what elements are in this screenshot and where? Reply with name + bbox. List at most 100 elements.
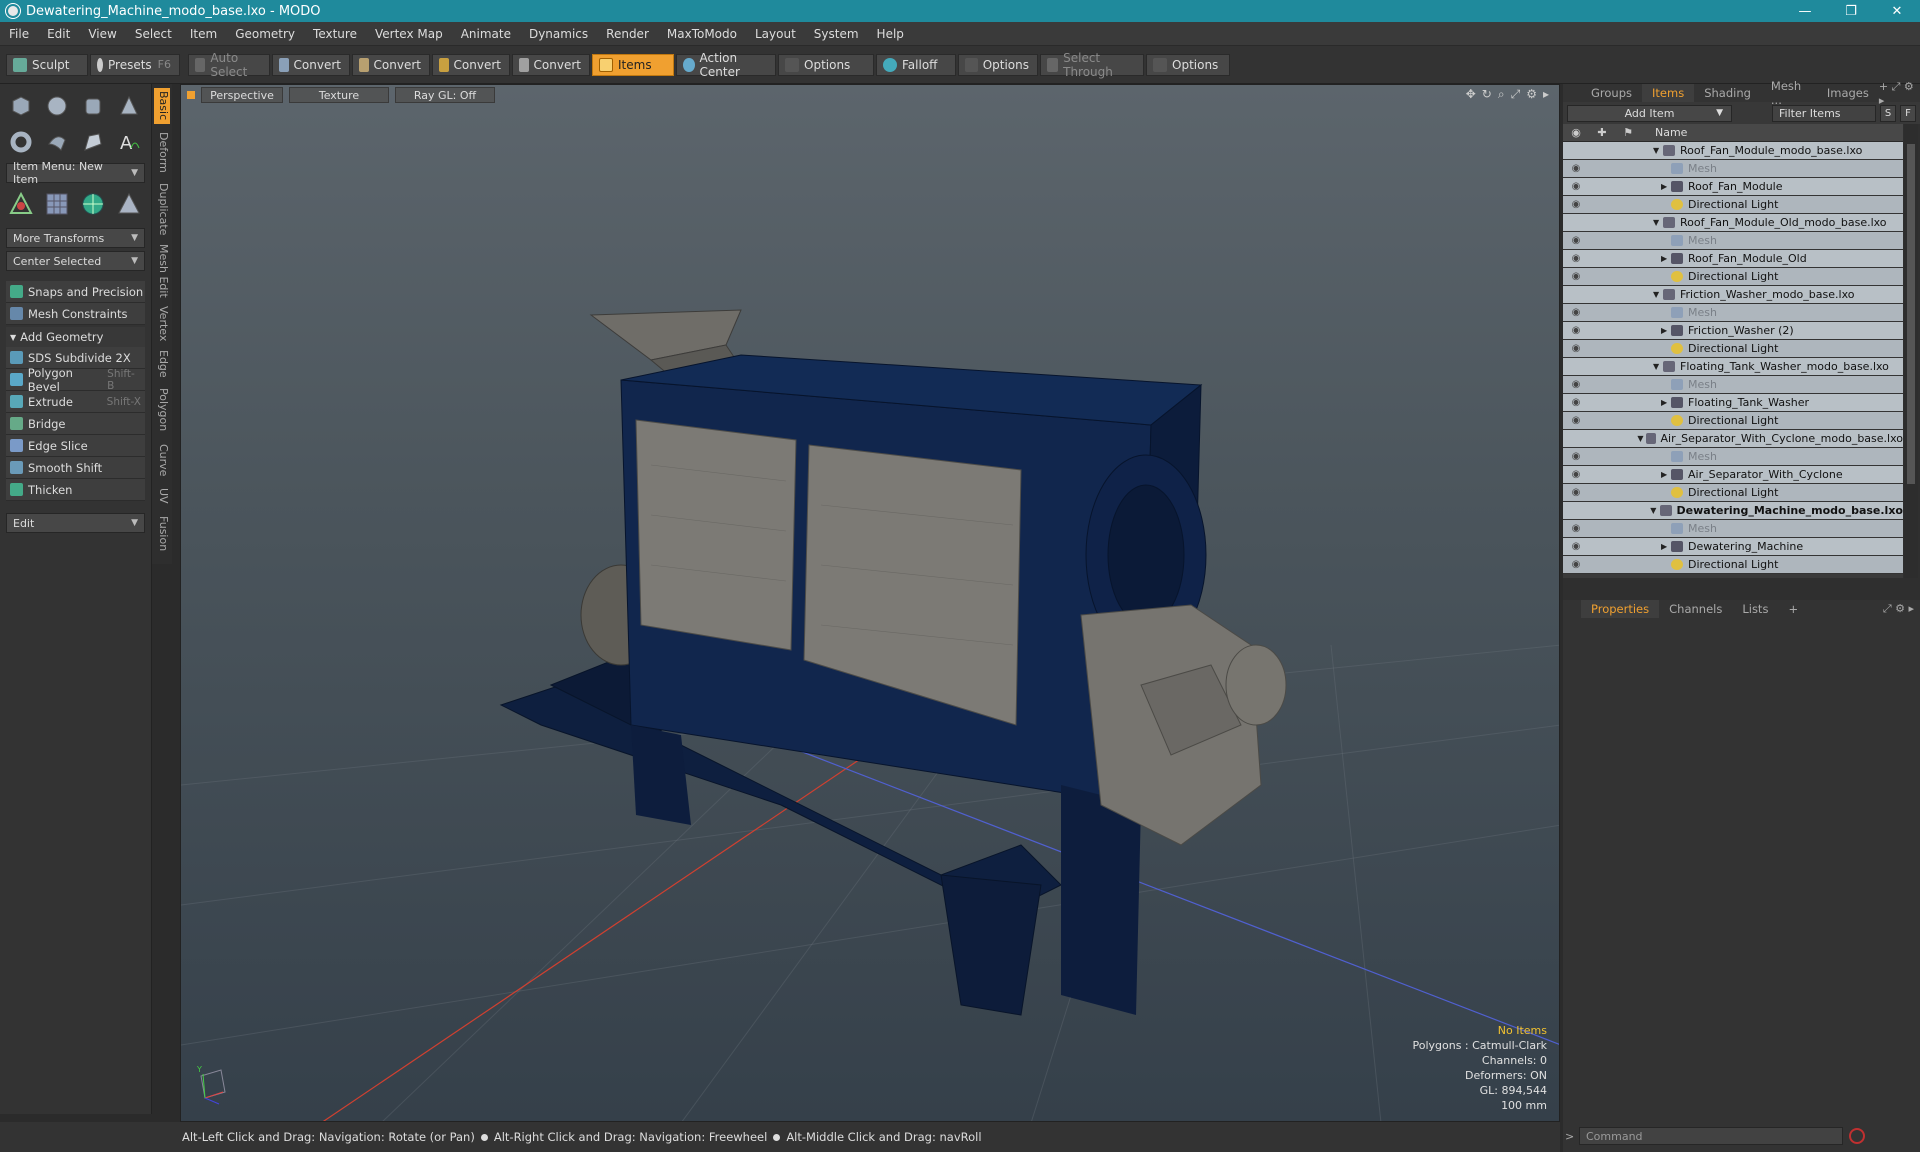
action-center-button[interactable]: Action Center <box>676 51 776 79</box>
convert-materials-button[interactable]: Convert <box>512 53 590 76</box>
tree-scene-row[interactable]: ▼ Dewatering_Machine_modo_base.lxo <box>1563 502 1903 520</box>
expand-arrow-icon[interactable]: ▶ <box>1661 182 1671 191</box>
menu-geometry[interactable]: Geometry <box>226 27 304 41</box>
sphere-icon[interactable] <box>42 91 72 121</box>
eye-icon[interactable]: ◉ <box>1563 469 1589 480</box>
tree-item-row[interactable]: ◉ ▶ Roof_Fan_Module <box>1563 178 1903 196</box>
visibility-column-icon[interactable]: ◉ <box>1563 126 1589 139</box>
expand-arrow-icon[interactable]: ▼ <box>1653 290 1663 299</box>
tab-items[interactable]: Items <box>1642 84 1695 102</box>
extrude-button[interactable]: Extrude Shift-X <box>6 391 145 413</box>
convert-vertices-button[interactable]: Convert <box>272 53 350 76</box>
close-button[interactable]: ✕ <box>1874 0 1920 22</box>
menu-render[interactable]: Render <box>597 27 658 41</box>
f-button[interactable]: F <box>1900 104 1916 122</box>
eye-icon[interactable]: ◉ <box>1563 397 1589 408</box>
menu-view[interactable]: View <box>79 27 125 41</box>
tab-fusion[interactable]: Fusion <box>154 512 170 556</box>
sculpt-button[interactable]: Sculpt <box>6 53 88 76</box>
thicken-button[interactable]: Thicken <box>6 479 145 501</box>
expand-arrow-icon[interactable]: ▼ <box>1653 146 1663 155</box>
add-item-dropdown[interactable]: Add Item ▼ <box>1567 104 1732 122</box>
center-selected-dropdown[interactable]: Center Selected ▼ <box>6 251 145 271</box>
eye-icon[interactable]: ◉ <box>1563 559 1589 570</box>
tree-item-row[interactable]: ◉ Mesh <box>1563 448 1903 466</box>
eye-icon[interactable]: ◉ <box>1563 325 1589 336</box>
tab-lists[interactable]: Lists <box>1732 600 1778 618</box>
eye-icon[interactable]: ◉ <box>1563 181 1589 192</box>
tree-item-row[interactable]: ◉ Mesh <box>1563 232 1903 250</box>
tab-basic[interactable]: Basic <box>154 88 170 124</box>
eye-icon[interactable]: ◉ <box>1563 487 1589 498</box>
command-input[interactable]: Command <box>1579 1127 1843 1145</box>
pan-icon[interactable]: ✥ <box>1466 87 1476 102</box>
tab-vertex[interactable]: Vertex <box>154 304 170 344</box>
eye-icon[interactable]: ◉ <box>1563 541 1589 552</box>
presets-button[interactable]: Presets F6 <box>90 53 180 76</box>
tree-scene-row[interactable]: ▼ Roof_Fan_Module_modo_base.lxo <box>1563 142 1903 160</box>
tree-item-row[interactable]: ◉ ▶ Floating_Tank_Washer <box>1563 394 1903 412</box>
expand-arrow-icon[interactable]: ▼ <box>1653 362 1663 371</box>
tab-mesh-edit[interactable]: Mesh Edit <box>154 242 170 300</box>
menu-select[interactable]: Select <box>126 27 181 41</box>
menu-edit[interactable]: Edit <box>38 27 79 41</box>
tab-duplicate[interactable]: Duplicate <box>154 180 170 238</box>
menu-vertex-map[interactable]: Vertex Map <box>366 27 452 41</box>
tab-polygon[interactable]: Polygon <box>154 384 170 436</box>
convert-edges-button[interactable]: Convert <box>352 53 430 76</box>
expand-arrow-icon[interactable]: ▶ <box>1661 542 1671 551</box>
tree-item-row[interactable]: ◉ ▶ Air_Separator_With_Cyclone <box>1563 466 1903 484</box>
menu-file[interactable]: File <box>0 27 38 41</box>
record-icon[interactable] <box>1849 1128 1865 1144</box>
eye-icon[interactable]: ◉ <box>1563 271 1589 282</box>
tree-item-row[interactable]: ◉ Directional Light <box>1563 340 1903 358</box>
eye-icon[interactable]: ◉ <box>1563 235 1589 246</box>
cone-icon[interactable] <box>114 91 144 121</box>
action-center-options-button[interactable]: Options <box>778 53 874 76</box>
pen-icon[interactable] <box>78 127 108 157</box>
tree-item-row[interactable]: ◉ ▶ Dewatering_Machine <box>1563 538 1903 556</box>
zoom-icon[interactable]: ⌕ <box>1498 87 1505 102</box>
expand-arrow-icon[interactable]: ▸ <box>1543 87 1549 102</box>
s-button[interactable]: S <box>1880 104 1896 122</box>
transform-gizmo-icon[interactable] <box>6 189 36 219</box>
eye-icon[interactable]: ◉ <box>1563 307 1589 318</box>
tree-item-row[interactable]: ◉ Directional Light <box>1563 556 1903 574</box>
lock-column-icon[interactable]: ✚ <box>1589 126 1615 139</box>
tab-channels[interactable]: Channels <box>1659 600 1732 618</box>
torus-icon[interactable] <box>6 127 36 157</box>
ray-gl-tab[interactable]: Ray GL: Off <box>395 87 495 103</box>
pyramid-icon[interactable] <box>114 189 144 219</box>
expand-arrow-icon[interactable]: ▶ <box>1661 254 1671 263</box>
tab-uv[interactable]: UV <box>154 484 170 508</box>
tab-edge[interactable]: Edge <box>154 348 170 380</box>
tree-scene-row[interactable]: ▼ Friction_Washer_modo_base.lxo <box>1563 286 1903 304</box>
rotate-icon[interactable]: ↻ <box>1482 87 1492 102</box>
filter-items-input[interactable]: Filter Items <box>1772 104 1876 122</box>
menu-system[interactable]: System <box>805 27 868 41</box>
smooth-shift-button[interactable]: Smooth Shift <box>6 457 145 479</box>
tree-item-row[interactable]: ◉ Mesh <box>1563 376 1903 394</box>
menu-maxtomodo[interactable]: MaxToModo <box>658 27 746 41</box>
items-mode-button[interactable]: Items <box>592 53 674 76</box>
viewport-menu-icon[interactable] <box>187 91 195 99</box>
expand-arrow-icon[interactable]: ▶ <box>1661 398 1671 407</box>
eye-icon[interactable]: ◉ <box>1563 199 1589 210</box>
edit-dropdown[interactable]: Edit ▼ <box>6 513 145 533</box>
scrollbar-thumb[interactable] <box>1907 144 1915 484</box>
tree-item-row[interactable]: ◉ Directional Light <box>1563 484 1903 502</box>
perspective-tab[interactable]: Perspective <box>201 87 283 103</box>
tree-scene-row[interactable]: ▼ Roof_Fan_Module_Old_modo_base.lxo <box>1563 214 1903 232</box>
snaps-precision-button[interactable]: Snaps and Precision <box>6 281 145 303</box>
3d-viewport[interactable]: Perspective Texture Ray GL: Off ✥ ↻ ⌕ ⤢ … <box>180 84 1560 1122</box>
eye-icon[interactable]: ◉ <box>1563 163 1589 174</box>
menu-texture[interactable]: Texture <box>304 27 366 41</box>
expand-arrow-icon[interactable]: ▼ <box>1650 506 1660 515</box>
eye-icon[interactable]: ◉ <box>1563 523 1589 534</box>
eye-icon[interactable]: ◉ <box>1563 253 1589 264</box>
name-column-header[interactable]: Name <box>1655 126 1687 139</box>
panel-controls-icon[interactable]: + ⤢ ⚙ ▸ <box>1879 80 1914 107</box>
tab-groups[interactable]: Groups <box>1581 84 1642 102</box>
panel-controls-icon[interactable]: ⤢ ⚙ ▸ <box>1883 602 1914 616</box>
polygon-bevel-button[interactable]: Polygon Bevel Shift-B <box>6 366 145 394</box>
